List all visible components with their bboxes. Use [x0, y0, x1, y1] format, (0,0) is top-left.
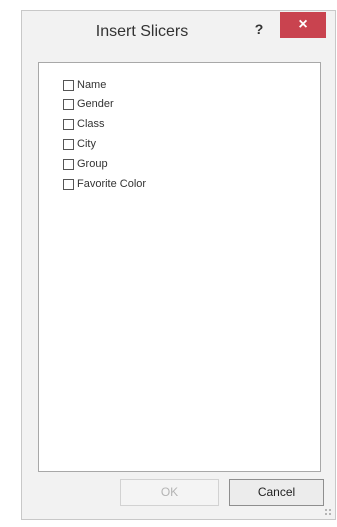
- field-label: Class: [77, 118, 105, 130]
- checkbox[interactable]: [63, 138, 74, 150]
- resize-grip[interactable]: [324, 508, 332, 516]
- checkbox[interactable]: [63, 118, 74, 130]
- checkbox[interactable]: [63, 178, 74, 190]
- close-icon: ×: [298, 16, 308, 33]
- field-item-city[interactable]: City: [63, 135, 96, 153]
- title-bar: Insert Slicers ? ×: [22, 11, 335, 55]
- field-item-class[interactable]: Class: [63, 115, 105, 133]
- checkbox[interactable]: [63, 79, 74, 91]
- checkbox[interactable]: [63, 158, 74, 170]
- field-label: Gender: [77, 98, 114, 110]
- insert-slicers-dialog: Insert Slicers ? × Name Gender Class Cit…: [21, 10, 336, 520]
- field-item-name[interactable]: Name: [63, 76, 106, 94]
- checkbox[interactable]: [63, 98, 74, 110]
- help-button[interactable]: ?: [246, 17, 272, 41]
- field-item-favorite-color[interactable]: Favorite Color: [63, 175, 146, 193]
- dialog-title: Insert Slicers: [95, 23, 189, 40]
- field-label: Group: [77, 158, 108, 170]
- field-item-group[interactable]: Group: [63, 155, 108, 173]
- ok-button[interactable]: OK: [120, 479, 219, 506]
- field-label: City: [77, 138, 96, 150]
- close-button[interactable]: ×: [280, 12, 326, 38]
- field-item-gender[interactable]: Gender: [63, 95, 114, 113]
- field-list[interactable]: Name Gender Class City Group Favorite Co…: [38, 62, 321, 472]
- cancel-button[interactable]: Cancel: [229, 479, 324, 506]
- field-label: Name: [77, 79, 107, 91]
- field-label: Favorite Color: [77, 178, 147, 190]
